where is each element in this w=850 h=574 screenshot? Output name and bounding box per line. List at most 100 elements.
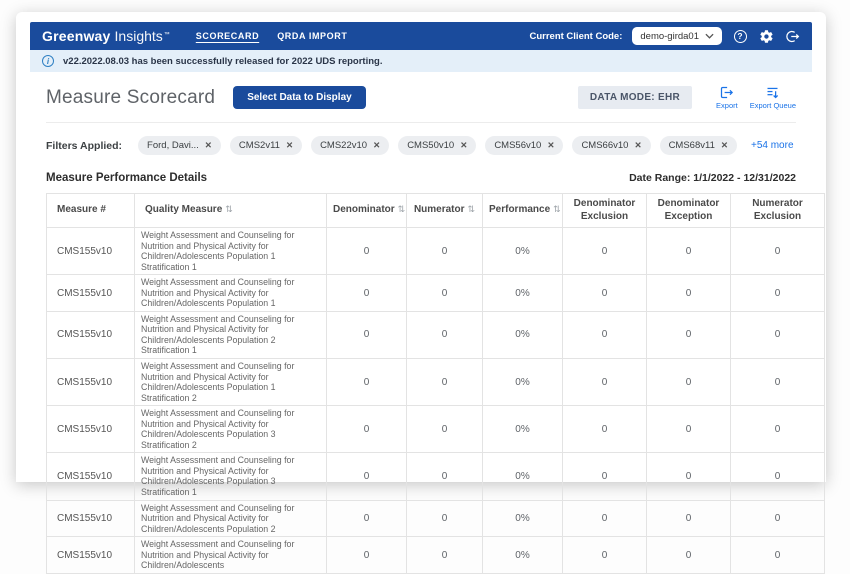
performance-cell: 0% bbox=[482, 226, 563, 276]
details-header: Measure Performance Details Date Range: … bbox=[46, 172, 796, 184]
column-header-quality-measure[interactable]: Quality Measure ⇅ bbox=[134, 193, 327, 228]
denominator-cell: 0 bbox=[326, 274, 407, 312]
page-header: Measure Scorecard Select Data to Display… bbox=[46, 85, 796, 123]
help-button[interactable]: ? bbox=[732, 28, 748, 44]
export-label: Export bbox=[716, 101, 738, 110]
table-row: CMS155v10 Weight Assessment and Counselin… bbox=[46, 226, 825, 276]
filter-chips: Ford, Davi... ✕ CMS2v11 ✕ CMS22v10 ✕ CMS50v10 ✕… bbox=[138, 136, 737, 155]
measure-cell: CMS155v10 bbox=[46, 536, 135, 574]
export-queue-button[interactable]: Export Queue bbox=[750, 85, 796, 110]
quality-cell: Weight Assessment and Counseling for Nut… bbox=[134, 358, 327, 407]
chip-remove-icon[interactable]: ✕ bbox=[460, 140, 467, 151]
chip-remove-icon[interactable]: ✕ bbox=[373, 140, 380, 151]
chevron-down-icon bbox=[705, 33, 714, 39]
main-nav: SCORECARD QRDA IMPORT bbox=[196, 31, 348, 41]
column-label: Numerator bbox=[413, 204, 465, 216]
denominator-cell: 0 bbox=[326, 536, 407, 574]
client-code-value: demo-girda01 bbox=[640, 30, 699, 42]
settings-button[interactable] bbox=[758, 28, 774, 44]
client-code-dropdown[interactable]: demo-girda01 bbox=[632, 27, 722, 45]
gear-icon bbox=[759, 29, 773, 43]
top-navigation-bar: Greenway Insights ™ SCORECARD QRDA IMPORT… bbox=[30, 22, 812, 50]
denominator-exclusion-cell: 0 bbox=[562, 452, 647, 501]
filters-bar: Filters Applied: Ford, Davi... ✕ CMS2v11 ✕ C… bbox=[46, 136, 796, 155]
logout-icon bbox=[785, 30, 799, 42]
column-label: Denominator Exception bbox=[657, 198, 720, 222]
data-mode-badge: DATA MODE: EHR bbox=[577, 86, 693, 109]
table-row: CMS155v10 Weight Assessment and Counselin… bbox=[46, 452, 825, 501]
sort-icon: ⇅ bbox=[553, 204, 561, 215]
numerator-cell: 0 bbox=[406, 226, 483, 276]
quality-cell: Weight Assessment and Counseling for Nut… bbox=[134, 226, 327, 276]
denominator-exclusion-cell: 0 bbox=[562, 499, 647, 538]
column-label: Denominator Exclusion bbox=[573, 198, 636, 222]
filter-chip-label: Ford, Davi... bbox=[147, 140, 199, 151]
quality-cell: Weight Assessment and Counseling for Nut… bbox=[134, 452, 327, 501]
trademark-symbol: ™ bbox=[163, 32, 170, 38]
denominator-cell: 0 bbox=[326, 226, 407, 276]
denominator-cell: 0 bbox=[326, 452, 407, 501]
numerator-cell: 0 bbox=[406, 452, 483, 501]
column-header-denominator-exception: Denominator Exception bbox=[646, 193, 731, 228]
chip-remove-icon[interactable]: ✕ bbox=[634, 140, 641, 151]
column-header-performance[interactable]: Performance ⇅ bbox=[482, 193, 563, 228]
filter-chip-label: CMS22v10 bbox=[320, 140, 368, 151]
header-right-controls: Current Client Code: demo-girda01 ? bbox=[529, 27, 800, 45]
chip-remove-icon[interactable]: ✕ bbox=[286, 140, 293, 151]
nav-item-qrda-import[interactable]: QRDA IMPORT bbox=[277, 31, 347, 41]
table-row: CMS155v10 Weight Assessment and Counselin… bbox=[46, 358, 825, 407]
denominator-exclusion-cell: 0 bbox=[562, 405, 647, 454]
table-row: CMS155v10 Weight Assessment and Counselin… bbox=[46, 405, 825, 454]
column-header-denominator[interactable]: Denominator ⇅ bbox=[326, 193, 407, 228]
brand-name-light: Insights bbox=[114, 28, 163, 44]
denominator-exception-cell: 0 bbox=[646, 310, 731, 360]
numerator-exclusion-cell: 0 bbox=[730, 274, 825, 312]
performance-cell: 0% bbox=[482, 358, 563, 407]
measure-cell: CMS155v10 bbox=[46, 405, 135, 454]
help-icon: ? bbox=[733, 29, 747, 43]
column-label: Measure # bbox=[57, 204, 106, 216]
app-window: Greenway Insights ™ SCORECARD QRDA IMPORT… bbox=[16, 12, 826, 574]
select-data-button[interactable]: Select Data to Display bbox=[233, 86, 366, 109]
denominator-exception-cell: 0 bbox=[646, 226, 731, 276]
filter-chip: CMS22v10 ✕ bbox=[311, 136, 390, 155]
details-title: Measure Performance Details bbox=[46, 172, 208, 184]
quality-cell: Weight Assessment and Counseling for Nut… bbox=[134, 310, 327, 360]
denominator-exclusion-cell: 0 bbox=[562, 226, 647, 276]
numerator-exclusion-cell: 0 bbox=[730, 310, 825, 360]
measure-cell: CMS155v10 bbox=[46, 499, 135, 538]
measure-cell: CMS155v10 bbox=[46, 358, 135, 407]
numerator-cell: 0 bbox=[406, 499, 483, 538]
numerator-exclusion-cell: 0 bbox=[730, 226, 825, 276]
numerator-cell: 0 bbox=[406, 358, 483, 407]
chip-remove-icon[interactable]: ✕ bbox=[721, 140, 728, 151]
quality-cell: Weight Assessment and Counseling for Nut… bbox=[134, 405, 327, 454]
filter-chip-label: CMS68v11 bbox=[668, 140, 715, 151]
denominator-exception-cell: 0 bbox=[646, 274, 731, 312]
filter-chip: CMS56v10 ✕ bbox=[485, 136, 564, 155]
filter-chip-label: CMS66v10 bbox=[581, 140, 629, 151]
denominator-exception-cell: 0 bbox=[646, 499, 731, 538]
chip-remove-icon[interactable]: ✕ bbox=[205, 140, 212, 151]
release-banner: i v22.2022.08.03 has been successfully r… bbox=[30, 50, 812, 72]
more-filters-link[interactable]: +54 more bbox=[751, 140, 794, 151]
nav-item-scorecard[interactable]: SCORECARD bbox=[196, 31, 259, 41]
denominator-exception-cell: 0 bbox=[646, 536, 731, 574]
sort-icon: ⇅ bbox=[467, 204, 476, 215]
numerator-exclusion-cell: 0 bbox=[730, 499, 825, 538]
column-label: Performance bbox=[489, 204, 551, 216]
column-header-numerator[interactable]: Numerator ⇅ bbox=[406, 193, 483, 228]
table-header-row: Measure # Quality Measure ⇅ Denominator ⇅ Num… bbox=[46, 193, 825, 228]
logout-button[interactable] bbox=[784, 28, 800, 44]
measure-cell: CMS155v10 bbox=[46, 226, 135, 276]
denominator-exclusion-cell: 0 bbox=[562, 358, 647, 407]
filter-chip-label: CMS50v10 bbox=[407, 140, 455, 151]
filter-chip: CMS50v10 ✕ bbox=[398, 136, 477, 155]
export-button[interactable]: Export bbox=[716, 85, 738, 110]
column-label: Numerator Exclusion bbox=[752, 198, 803, 222]
denominator-cell: 0 bbox=[326, 499, 407, 538]
numerator-cell: 0 bbox=[406, 405, 483, 454]
performance-cell: 0% bbox=[482, 536, 563, 574]
filters-applied-label: Filters Applied: bbox=[46, 139, 123, 152]
chip-remove-icon[interactable]: ✕ bbox=[547, 140, 554, 151]
